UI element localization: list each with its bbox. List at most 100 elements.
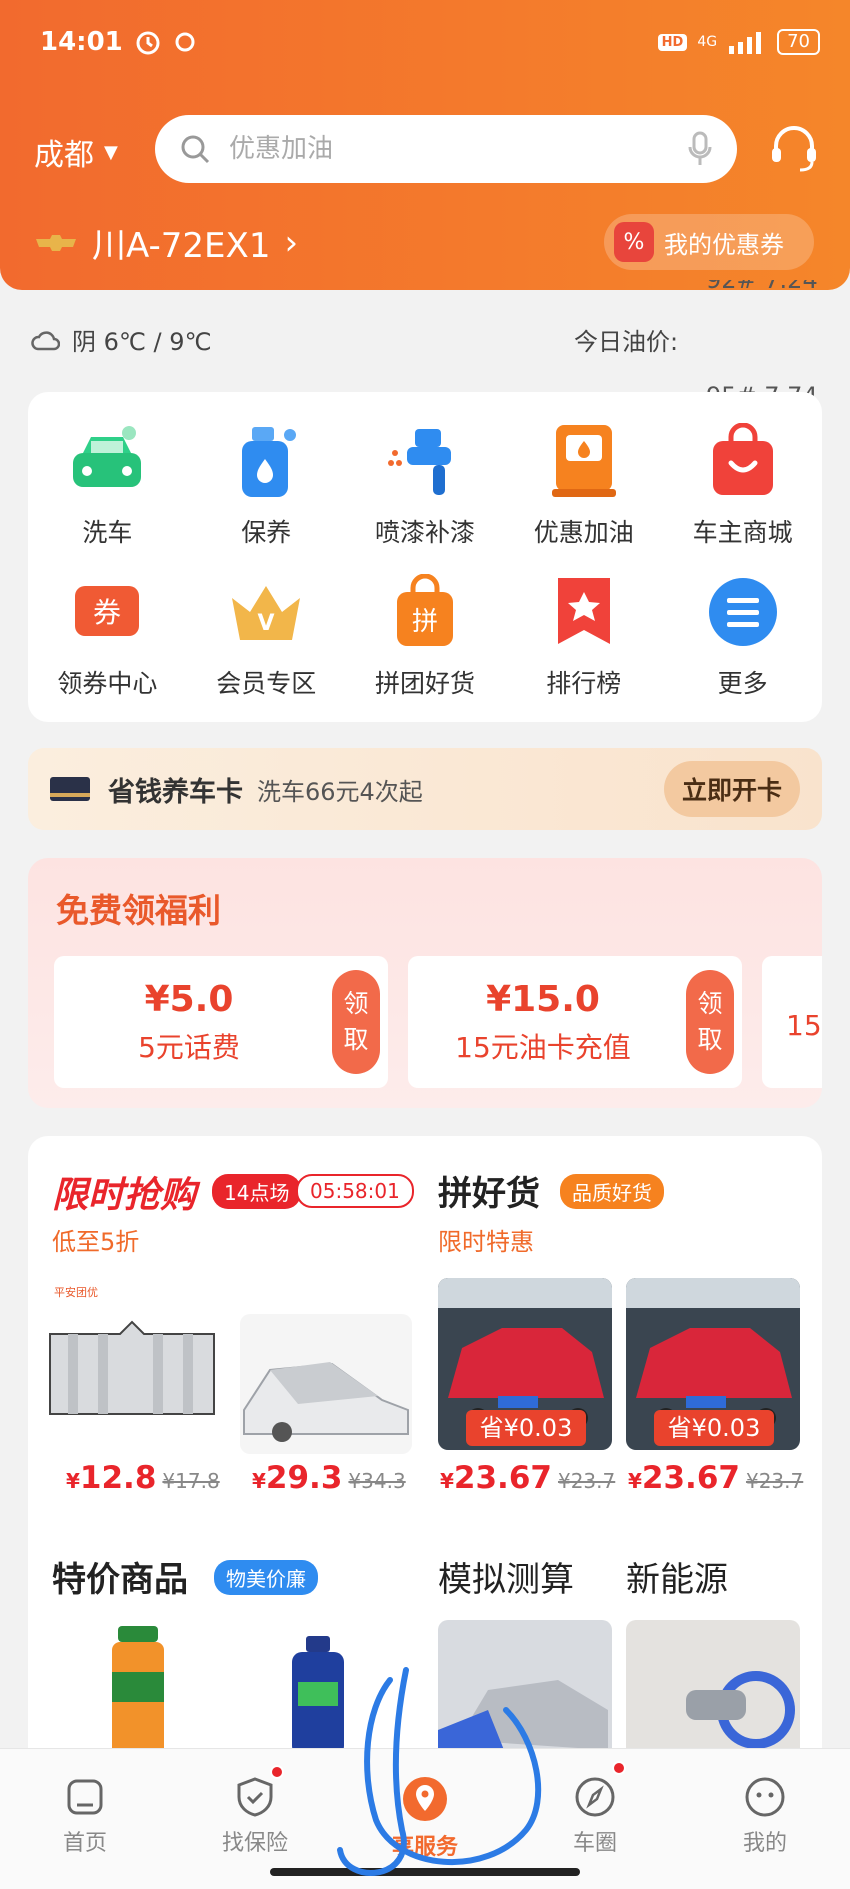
coupon-percent-icon: %: [614, 222, 654, 262]
caret-down-icon: ▼: [104, 141, 118, 163]
hd-badge: HD: [657, 33, 688, 51]
grid-item-member[interactable]: V 会员专区: [187, 561, 346, 712]
open-card-button[interactable]: 立即开卡: [663, 761, 800, 817]
oil-bottle-icon: [242, 426, 297, 497]
flash-price-2: ¥29.3 ¥34.3: [252, 1460, 406, 1496]
shield-icon: [237, 1777, 273, 1817]
silver-car-image: [438, 1620, 612, 1760]
grid-item-car-wash[interactable]: 洗车: [28, 410, 187, 561]
search-icon: [181, 135, 210, 164]
home-indicator: [270, 1868, 580, 1876]
grid-label: 车主商城: [692, 517, 793, 547]
banner-title: 省钱养车卡: [108, 776, 243, 808]
my-coupon-button[interactable]: % 我的优惠券: [604, 214, 814, 270]
crown-icon: V: [232, 585, 301, 640]
free-benefits-section: 免费领福利 ¥5.0 5元话费 领取 ¥15.0 15元油卡充值 领取 15: [28, 858, 822, 1108]
charger-image: [626, 1620, 800, 1760]
svg-text:券: 券: [93, 596, 121, 629]
grid-label: 更多: [717, 668, 768, 698]
ticket-amount: ¥15.0: [486, 978, 600, 1020]
tab-label: 车圈: [572, 1831, 617, 1856]
group-buy-icon: 拼: [396, 573, 453, 646]
banner-subtitle: 洗车66元4次起: [257, 777, 423, 806]
city-selector[interactable]: 成都 ▼: [34, 130, 118, 174]
product-car-cover[interactable]: [240, 1314, 412, 1454]
tab-home[interactable]: 首页: [0, 1749, 170, 1889]
search-input[interactable]: 优惠加油: [155, 115, 737, 183]
product-red-car-2[interactable]: 省¥0.03: [626, 1278, 800, 1450]
sync-icon: [175, 32, 195, 52]
signal-icon: [729, 32, 762, 54]
claim-button[interactable]: 领取: [332, 970, 380, 1074]
status-time: 14:01: [40, 27, 123, 57]
card-icon: [50, 777, 90, 801]
ticket-partial[interactable]: 15: [762, 956, 822, 1088]
grid-item-coupon-center[interactable]: 券 领券中心: [28, 561, 187, 712]
customer-service-icon[interactable]: [768, 122, 820, 174]
coolant-bottle-image: [292, 1636, 344, 1756]
goods-price-2: ¥23.67 ¥23.7: [628, 1460, 804, 1496]
grid-label: 保养: [241, 517, 292, 547]
saving-card-banner[interactable]: 省钱养车卡 洗车66元4次起 立即开卡: [28, 748, 822, 830]
notification-dot: [612, 1761, 626, 1775]
home-icon: [67, 1779, 103, 1815]
grid-item-ranking[interactable]: 排行榜: [504, 561, 663, 712]
simulate-image[interactable]: [438, 1620, 612, 1760]
new-energy-title: 新能源: [626, 1560, 728, 1600]
grid-label: 洗车: [82, 517, 133, 547]
ticket-amount: ¥5.0: [144, 978, 234, 1020]
microphone-icon[interactable]: [687, 131, 713, 167]
product-coolant[interactable]: [288, 1636, 348, 1756]
ticket-fuel-card[interactable]: ¥15.0 15元油卡充值 领取: [408, 956, 742, 1088]
oil-price-label: 今日油价:: [574, 328, 679, 356]
service-grid: 洗车 保养 喷漆补漆 优惠加油 车主商城 券 领券中心 V 会员专区 拼 拼团好…: [28, 392, 822, 722]
ticket-phone-credit[interactable]: ¥5.0 5元话费 领取: [54, 956, 388, 1088]
product-sunshade[interactable]: 平安团优: [48, 1284, 218, 1434]
grid-item-maintenance[interactable]: 保养: [187, 410, 346, 561]
grid-item-mall[interactable]: 车主商城: [663, 410, 822, 561]
alarm-icon: [136, 31, 160, 55]
search-placeholder: 优惠加油: [229, 134, 334, 164]
oil-price-92: 92# 7.24: [706, 280, 818, 294]
grid-item-paint[interactable]: 喷漆补漆: [346, 410, 505, 561]
simulate-title: 模拟测算: [438, 1560, 574, 1600]
new-energy-image[interactable]: [626, 1620, 800, 1760]
tab-profile[interactable]: 我的: [680, 1749, 850, 1889]
cloud-icon: [31, 330, 60, 350]
grid-label: 领券中心: [57, 668, 158, 698]
tab-label: 我的: [742, 1831, 787, 1856]
car-selector[interactable]: 川A-72EX1 ›: [34, 218, 298, 267]
city-label: 成都: [34, 138, 94, 173]
claim-button[interactable]: 领取: [686, 970, 734, 1074]
more-icon: [708, 577, 777, 646]
grid-item-more[interactable]: 更多: [663, 561, 822, 712]
car-plate: 川A-72EX1: [92, 226, 271, 266]
grid-item-group-buy[interactable]: 拼 拼团好货: [346, 561, 505, 712]
ticket-desc: 5元话费: [138, 1030, 240, 1064]
chevron-right-icon: ›: [284, 222, 299, 263]
value-tag: 物美价廉: [214, 1560, 318, 1595]
ticket-desc: 15元油卡充值: [455, 1030, 631, 1064]
coupon-label: 我的优惠券: [664, 230, 784, 259]
grid-label: 拼团好货: [374, 668, 475, 698]
shopping-bag-icon: [712, 422, 773, 495]
grid-item-fuel[interactable]: 优惠加油: [504, 410, 663, 561]
spray-can-image: [112, 1626, 164, 1756]
flash-sale-title: 限时抢购: [52, 1175, 197, 1216]
weather-text: 阴 6℃ / 9℃: [72, 328, 212, 356]
grid-label: 会员专区: [216, 668, 317, 698]
flash-subtitle: 低至5折: [52, 1228, 140, 1256]
status-bar: 14:01 HD 4G 70: [40, 22, 820, 62]
product-cleaner-spray[interactable]: [108, 1626, 168, 1756]
battery-icon: 70: [777, 29, 820, 55]
grid-label: 优惠加油: [533, 517, 634, 547]
coupon-icon: 券: [75, 585, 140, 636]
ticket-desc: 15: [786, 1008, 822, 1042]
product-red-car-1[interactable]: 省¥0.03: [438, 1278, 612, 1450]
compass-icon: [575, 1777, 615, 1817]
header: 14:01 HD 4G 70 成都 ▼ 优惠加油 川A-72EX1 › % 我的…: [0, 0, 850, 290]
notification-dot: [270, 1765, 284, 1779]
car-cover-image: [240, 1314, 412, 1454]
ranking-icon: [557, 577, 610, 644]
sunshade-image: [49, 1320, 215, 1415]
